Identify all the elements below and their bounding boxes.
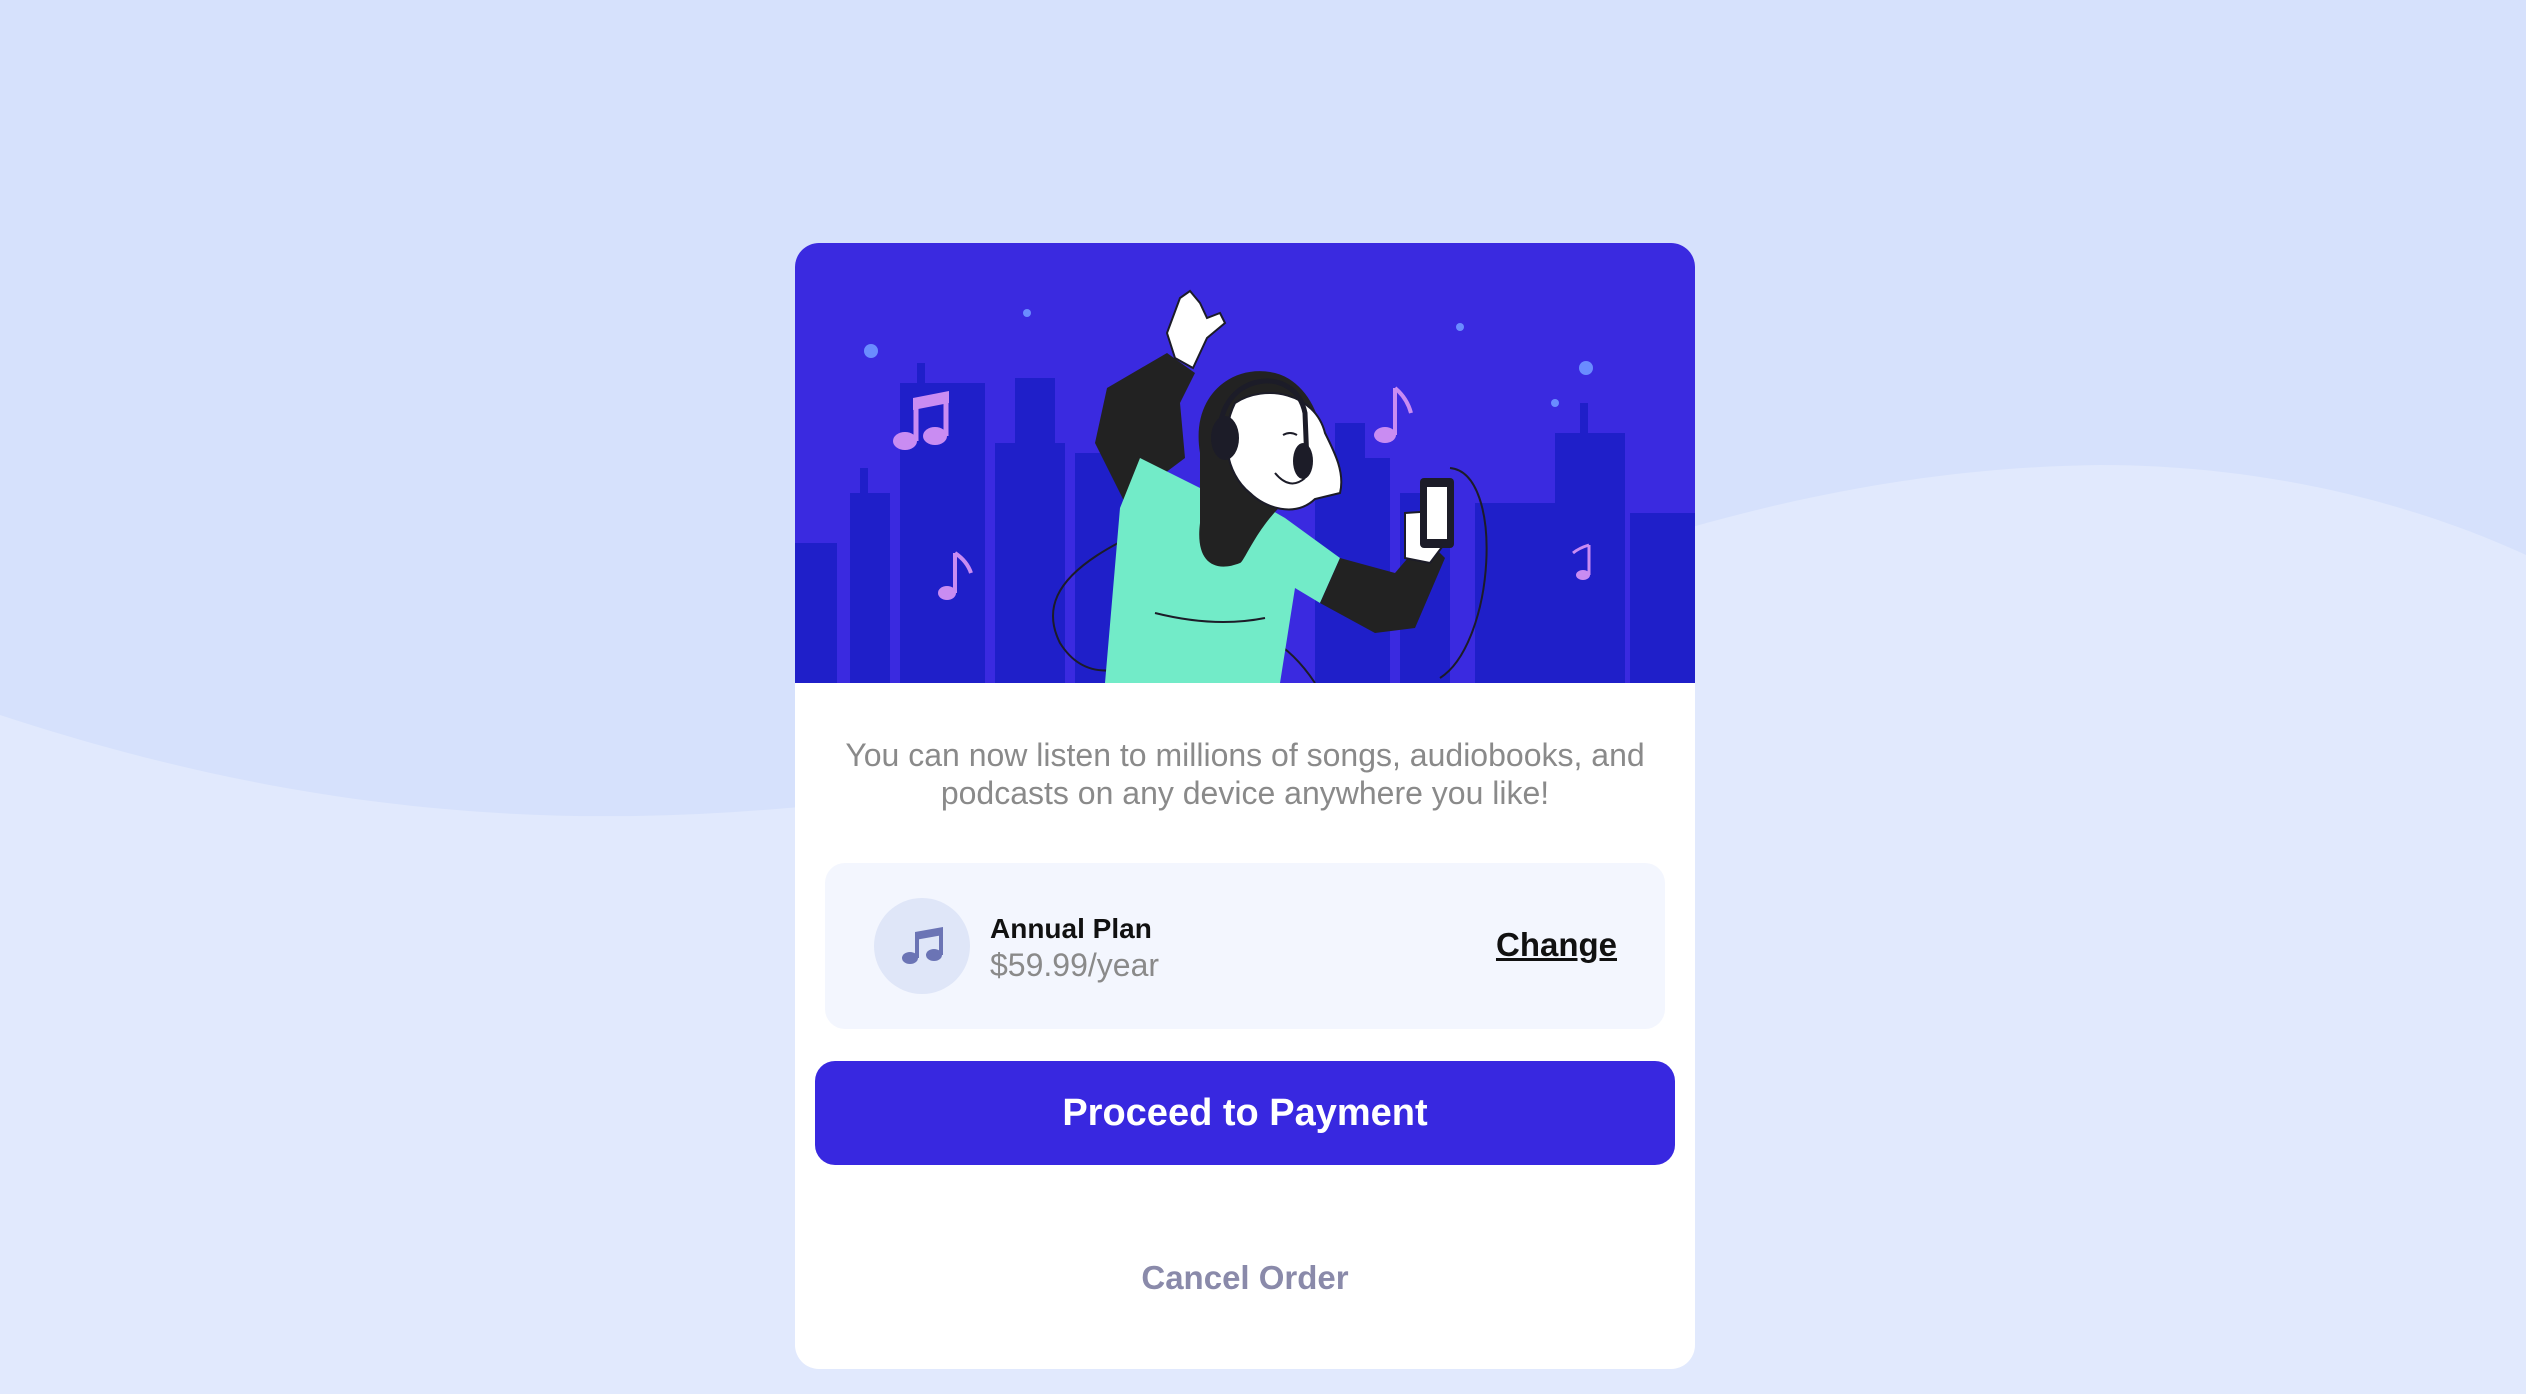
plan-summary: Annual Plan $59.99/year Change bbox=[825, 863, 1665, 1029]
proceed-to-payment-button[interactable]: Proceed to Payment bbox=[815, 1061, 1675, 1165]
plan-price: $59.99/year bbox=[990, 947, 1160, 983]
order-summary-card: You can now listen to millions of songs,… bbox=[795, 243, 1695, 1369]
cancel-order-button[interactable]: Cancel Order bbox=[1045, 1243, 1445, 1313]
plan-name: Annual Plan bbox=[990, 913, 1152, 944]
description-text: You can now listen to millions of songs,… bbox=[845, 737, 1645, 811]
hero-illustration bbox=[795, 243, 1695, 683]
music-note-icon bbox=[874, 898, 970, 994]
change-plan-link[interactable]: Change bbox=[1496, 926, 1617, 964]
